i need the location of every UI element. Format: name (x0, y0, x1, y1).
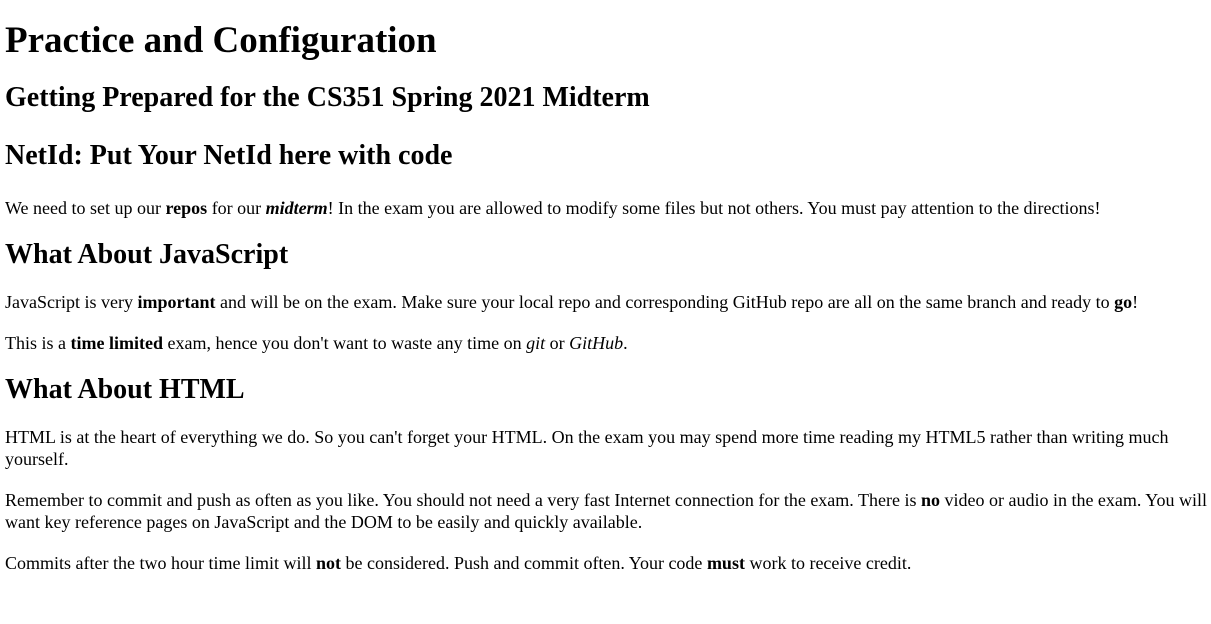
html3-bold-must: must (706, 553, 745, 573)
js2-italic-git: git (526, 333, 546, 353)
netid-heading: NetId: Put Your NetId here with code (5, 140, 453, 171)
js1-bold-important: important (137, 292, 216, 312)
js2-bold-time-limited: time limited (70, 333, 163, 353)
javascript-heading: What About JavaScript (5, 239, 289, 270)
intro-italic-midterm: midterm (265, 198, 328, 218)
js2-text-2: exam, hence you don't want to waste any … (162, 333, 527, 353)
js2-italic-github: GitHub (569, 333, 624, 353)
html3-bold-not: not (315, 553, 341, 573)
intro-text-2: for our (207, 198, 266, 218)
html3-text-2: be considered. Push and commit often. Yo… (340, 553, 707, 573)
intro-bold-midterm: midterm (266, 198, 328, 218)
html-heading: What About HTML (5, 374, 245, 405)
js2-text-4: . (623, 333, 628, 353)
js1-bold-go: go (1114, 292, 1133, 312)
intro-paragraph: We need to set up our repos for our midt… (5, 197, 1211, 219)
html-paragraph-1: HTML is at the heart of everything we do… (5, 427, 1169, 469)
document-body: Practice and Configuration Getting Prepa… (5, 18, 1211, 574)
html-paragraph-3: Commits after the two hour time limit wi… (5, 552, 1211, 574)
intro-text-3: ! In the exam you are allowed to modify … (327, 198, 1101, 218)
html2-text-1: Remember to commit and push as often as … (5, 490, 921, 510)
js2-text-1: This is a (5, 333, 71, 353)
html2-bold-no: no (920, 490, 940, 510)
js2-text-3: or (545, 333, 570, 353)
intro-text-1: We need to set up our (5, 198, 166, 218)
html3-text-1: Commits after the two hour time limit wi… (5, 553, 316, 573)
intro-bold-repos: repos (165, 198, 208, 218)
js1-text-2: and will be on the exam. Make sure your … (215, 292, 1115, 312)
js1-text-3: ! (1132, 292, 1139, 312)
html3-text-3: work to receive credit. (744, 553, 912, 573)
js1-text-1: JavaScript is very (5, 292, 138, 312)
javascript-paragraph-2: This is a time limited exam, hence you d… (5, 332, 1211, 354)
page-title: Practice and Configuration (5, 20, 437, 61)
page-subtitle: Getting Prepared for the CS351 Spring 20… (5, 82, 650, 113)
html-paragraph-2: Remember to commit and push as often as … (5, 489, 1211, 533)
javascript-paragraph-1: JavaScript is very important and will be… (5, 291, 1211, 313)
